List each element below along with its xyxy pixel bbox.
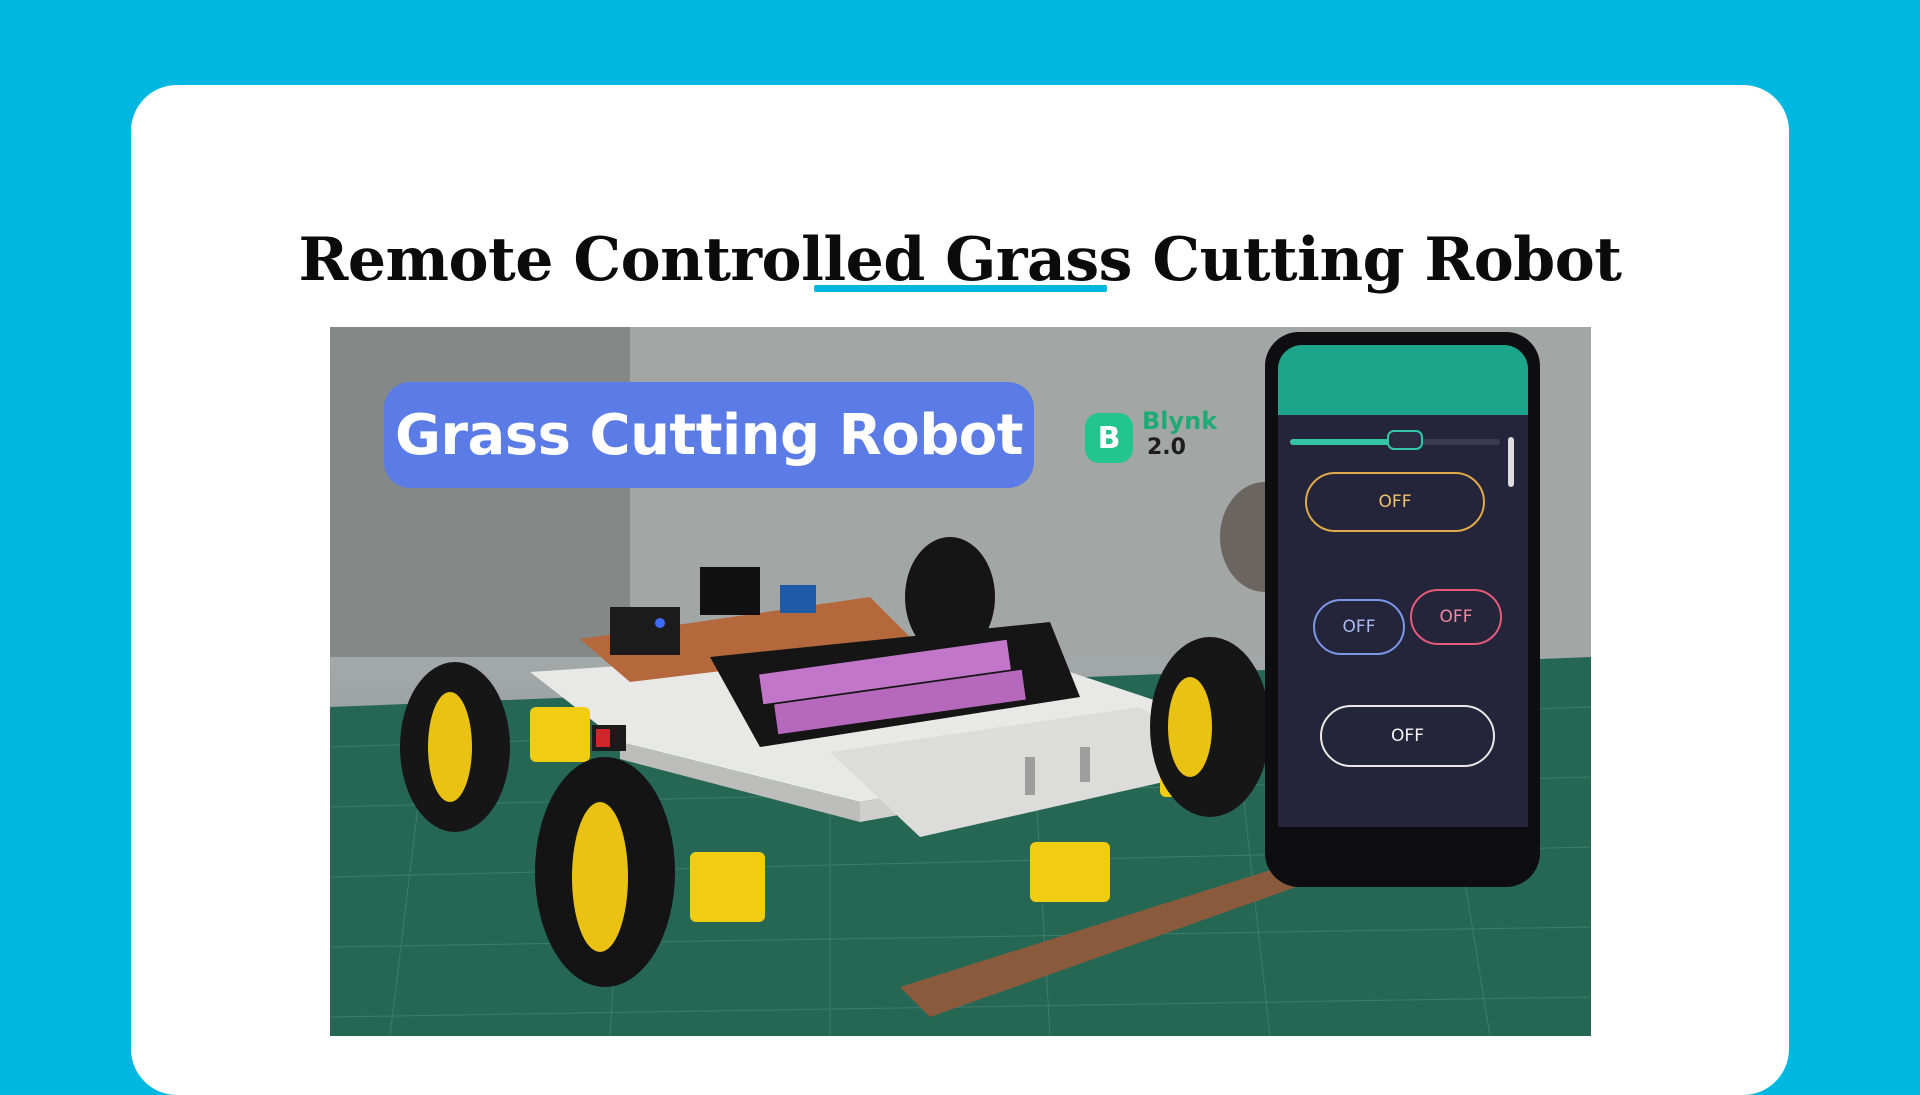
blynk-logo-icon: B	[1085, 413, 1133, 463]
phone-right-button: OFF	[1410, 589, 1502, 645]
blynk-name: Blynk	[1142, 407, 1218, 435]
title-divider	[814, 285, 1107, 292]
phone-left-button: OFF	[1313, 599, 1405, 655]
phone-backward-button: OFF	[1320, 705, 1495, 767]
content-card: Remote Controlled Grass Cutting Robot Gr…	[131, 85, 1789, 1095]
phone-forward-button: OFF	[1305, 472, 1485, 532]
robot-photo: Grass Cutting Robot B Blynk 2.0 OFF OFF …	[330, 327, 1591, 1036]
banner-title: Grass Cutting Robot	[384, 382, 1034, 488]
blynk-version: 2.0	[1147, 435, 1186, 460]
